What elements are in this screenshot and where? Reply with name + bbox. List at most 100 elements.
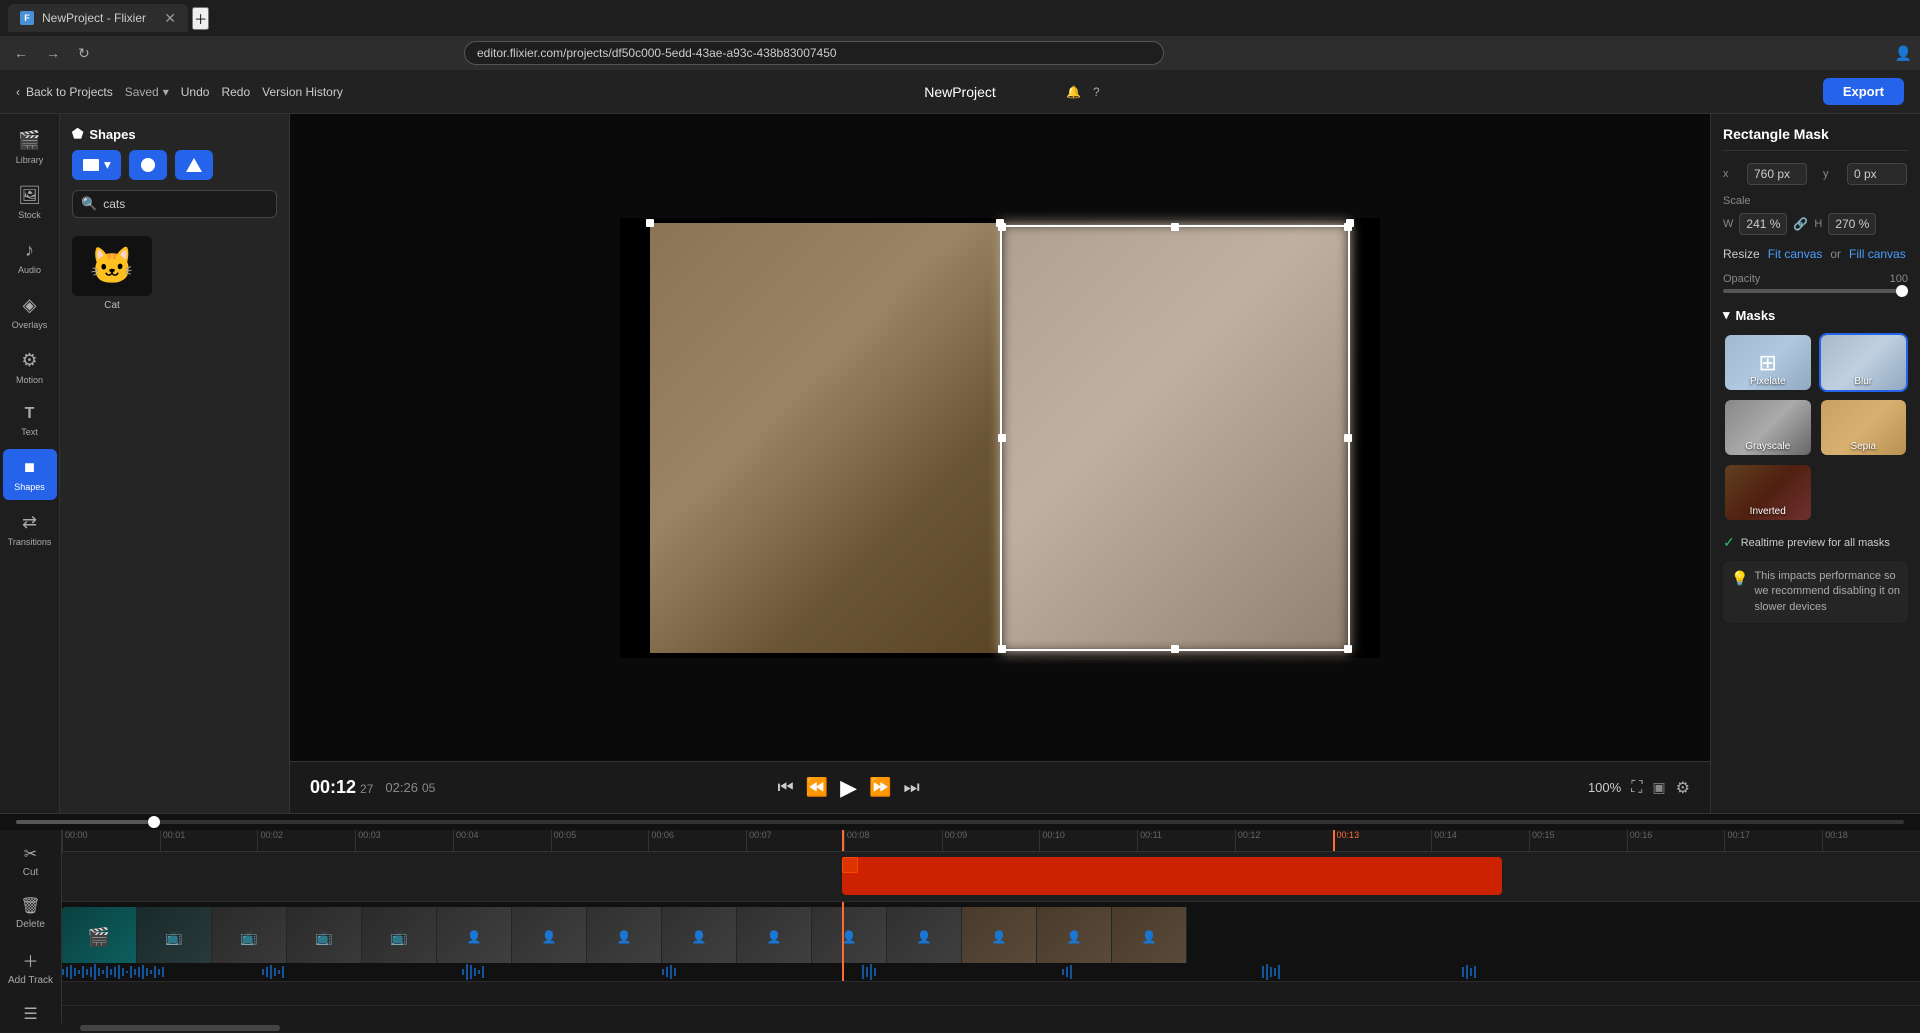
clip-thumb-14: 👤 [1112, 907, 1187, 967]
clip-thumb-11: 👤 [887, 907, 962, 967]
x-value[interactable]: 760 px [1747, 163, 1807, 185]
y-label: y [1823, 168, 1839, 180]
frame-handle-top-left[interactable] [646, 219, 654, 227]
new-tab-button[interactable]: ＋ [192, 7, 209, 30]
sidebar-item-motion[interactable]: ⚙ Motion [3, 342, 57, 393]
fullscreen-button[interactable]: ⛶ [1631, 779, 1642, 797]
mask-inverted[interactable]: Inverted [1723, 463, 1813, 522]
scale-h-value[interactable]: 270 % [1828, 213, 1876, 235]
frame-handle-top-right[interactable] [1346, 219, 1354, 227]
realtime-preview-toggle[interactable]: ✓ Realtime preview for all masks [1723, 534, 1908, 551]
fit-canvas-link[interactable]: Fit canvas [1768, 247, 1823, 261]
link-icon[interactable]: 🔗 [1793, 217, 1808, 231]
sidebar-item-overlays[interactable]: ◈ Overlays [3, 287, 57, 338]
resize-label: Resize [1723, 247, 1760, 261]
search-input[interactable] [103, 197, 268, 211]
library-label: Library [16, 155, 44, 165]
tracks-action[interactable]: ☰ Tracks [10, 998, 52, 1023]
saved-chevron-icon: ▾ [163, 85, 169, 99]
circle-shape-button[interactable] [129, 150, 167, 180]
asset-panel-header: ⬟ Shapes [60, 114, 289, 150]
address-bar[interactable]: editor.flixier.com/projects/df50c000-5ed… [464, 41, 1164, 65]
cut-action[interactable]: ✂ Cut [17, 838, 45, 884]
sidebar-item-audio[interactable]: ♪ Audio [3, 232, 57, 283]
fast-forward-button[interactable]: ⏩ [869, 777, 891, 798]
frame-handle-top[interactable] [996, 219, 1004, 227]
help-icon[interactable]: ? [1093, 85, 1100, 99]
red-clip[interactable] [842, 857, 1502, 895]
mask-grayscale[interactable]: Grayscale [1723, 398, 1813, 457]
browser-tab-active[interactable]: F NewProject - Flixier ✕ [8, 4, 188, 32]
scale-section: Scale W 241 % 🔗 H 270 % [1723, 195, 1908, 235]
skip-back-button[interactable]: ⏮ [777, 777, 793, 798]
current-time: 00:12 [310, 777, 356, 798]
redo-button[interactable]: Redo [221, 85, 250, 99]
back-to-projects[interactable]: ‹ Back to Projects [16, 85, 113, 99]
scrollbar-thumb[interactable] [80, 1025, 280, 1031]
add-track-icon: ＋ [22, 948, 38, 972]
timeline-ruler: 00:00 00:01 00:02 00:03 00:04 00:05 00:0… [62, 830, 1920, 852]
play-button[interactable]: ▶ [840, 775, 857, 801]
triangle-shape-button[interactable] [175, 150, 213, 180]
sidebar-item-shapes[interactable]: ■ Shapes [3, 449, 57, 500]
reload-button[interactable]: ↻ [72, 41, 96, 66]
shapes-label: Shapes [14, 482, 45, 492]
video-clip-container: 🎬 📺 📺 📺 📺 👤 👤 👤 👤 👤 👤 👤 👤 [62, 907, 1187, 967]
video-frame [650, 223, 1350, 653]
clip-thumb-3: 📺 [287, 907, 362, 967]
tab-close-button[interactable]: ✕ [164, 10, 176, 27]
saved-badge: Saved ▾ [125, 85, 169, 99]
fill-canvas-link[interactable]: Fill canvas [1849, 247, 1906, 261]
clip-start-handle[interactable] [842, 857, 858, 873]
red-clip-track[interactable] [62, 852, 1920, 902]
sepia-label: Sepia [1821, 441, 1907, 452]
opacity-slider[interactable] [1723, 289, 1908, 293]
scrub-bar[interactable] [16, 820, 1904, 824]
add-track-action[interactable]: ＋ Add Track [2, 942, 59, 992]
tracks-icon: ☰ [23, 1004, 37, 1023]
ruler-mark-16: 00:16 [1627, 830, 1725, 851]
masks-header[interactable]: ▾ Masks [1723, 307, 1908, 323]
timeline-scrollbar[interactable] [0, 1023, 1920, 1033]
sidebar-item-library[interactable]: 🎬 Library [3, 122, 57, 173]
mask-pixelate[interactable]: ⊞ Pixelate [1723, 333, 1813, 392]
export-button[interactable]: Export [1823, 78, 1904, 105]
mask-sepia[interactable]: Sepia [1819, 398, 1909, 457]
rewind-button[interactable]: ⏪ [806, 777, 828, 798]
sidebar-item-transitions[interactable]: ⇄ Transitions [3, 504, 57, 555]
scale-w-value[interactable]: 241 % [1739, 213, 1787, 235]
zoom-level: 100% [1588, 780, 1621, 795]
playback-controls: ⏮ ⏪ ▶ ⏩ ⏭ [777, 775, 919, 801]
opacity-label: Opacity 100 [1723, 273, 1908, 285]
skip-end-button[interactable]: ⏭ [903, 777, 919, 798]
rectangle-shape-button[interactable]: ▾ [72, 150, 121, 180]
profile-icon[interactable]: 👤 [1895, 45, 1912, 62]
version-history-button[interactable]: Version History [262, 85, 343, 99]
settings-button[interactable]: ⚙ [1676, 778, 1690, 798]
top-bar: ‹ Back to Projects Saved ▾ Undo Redo Ver… [0, 70, 1920, 114]
motion-icon: ⚙ [21, 350, 37, 371]
ruler-mark-17: 00:17 [1724, 830, 1822, 851]
back-arrow-icon: ‹ [16, 85, 20, 99]
notifications-icon[interactable]: 🔔 [1066, 85, 1081, 99]
opacity-thumb[interactable] [1896, 285, 1908, 297]
undo-button[interactable]: Undo [181, 85, 210, 99]
left-sidebar: 🎬 Library 🖼 Stock ♪ Audio ◈ Overlays ⚙ M… [0, 114, 60, 813]
y-value[interactable]: 0 px [1847, 163, 1907, 185]
tab-title: NewProject - Flixier [42, 11, 146, 25]
search-box[interactable]: 🔍 [72, 190, 277, 218]
right-panel: Rectangle Mask x 760 px y 0 px Scale W 2… [1710, 114, 1920, 813]
clip-thumb-9: 👤 [737, 907, 812, 967]
asset-item-cat[interactable]: 🐱 Cat [72, 236, 152, 311]
scrub-thumb[interactable] [148, 816, 160, 828]
delete-action[interactable]: 🗑 Delete [10, 890, 51, 936]
sidebar-item-stock[interactable]: 🖼 Stock [3, 177, 57, 228]
mask-blur[interactable]: Blur [1819, 333, 1909, 392]
realtime-label: Realtime preview for all masks [1741, 537, 1890, 549]
forward-button[interactable]: → [40, 41, 66, 65]
ruler-mark-9: 00:09 [942, 830, 1040, 851]
performance-note: 💡 This impacts performance so we recomme… [1723, 561, 1908, 623]
back-button[interactable]: ← [8, 41, 34, 65]
search-icon: 🔍 [81, 196, 97, 212]
sidebar-item-text[interactable]: T Text [3, 397, 57, 445]
